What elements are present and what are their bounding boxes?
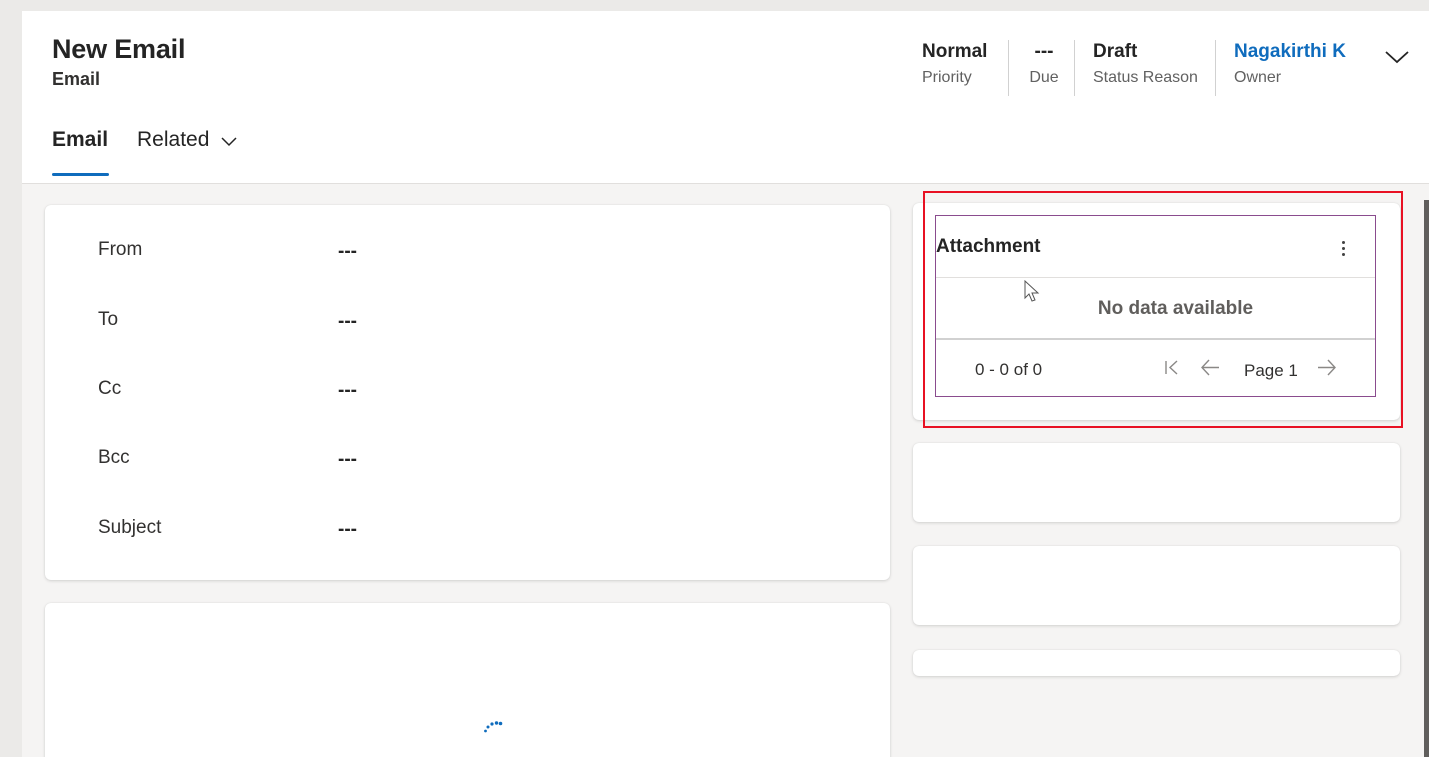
entity-name: Email — [52, 69, 101, 89]
subject-field[interactable]: --- — [338, 519, 357, 541]
mouse-cursor-icon — [1024, 280, 1040, 302]
to-label: To — [98, 309, 119, 330]
priority-label: Priority — [922, 69, 972, 86]
header-field-priority[interactable]: Normal Priority — [922, 41, 987, 96]
form-row-cc: Cc --- — [98, 378, 858, 408]
owner-label: Owner — [1234, 69, 1282, 86]
side-card — [913, 650, 1400, 676]
app-frame: New Email Email Normal Priority --- Due … — [22, 11, 1429, 757]
form-row-bcc: Bcc --- — [98, 447, 858, 477]
owner-link[interactable]: Nagakirthi K — [1234, 41, 1346, 63]
due-label: Due — [1029, 69, 1059, 86]
header-divider — [1008, 40, 1009, 96]
form-row-from: From --- — [98, 239, 858, 269]
bcc-field[interactable]: --- — [338, 449, 357, 471]
record-header: New Email Email Normal Priority --- Due … — [22, 11, 1429, 184]
status-reason-value: Draft — [1093, 41, 1138, 62]
header-field-due[interactable]: --- Due — [1026, 41, 1062, 96]
cc-label: Cc — [98, 378, 122, 399]
tab-email[interactable]: Email — [52, 128, 108, 152]
email-body-card — [45, 603, 890, 757]
subject-label: Subject — [98, 517, 162, 538]
status-reason-label: Status Reason — [1093, 69, 1198, 86]
priority-value: Normal — [922, 41, 988, 62]
bcc-label: Bcc — [98, 447, 130, 468]
loading-spinner-icon — [484, 721, 503, 733]
due-value: --- — [1034, 41, 1054, 62]
side-card — [913, 546, 1400, 625]
header-field-owner[interactable]: Nagakirthi K Owner — [1234, 41, 1346, 96]
chevron-down-icon — [221, 137, 237, 147]
form-row-subject: Subject --- — [98, 517, 858, 547]
tab-related-label: Related — [137, 128, 210, 151]
email-details-card: From --- To --- Cc --- Bcc --- Subject -… — [45, 205, 890, 580]
side-card — [913, 443, 1400, 522]
cc-field[interactable]: --- — [338, 380, 357, 402]
highlight-annotation-box — [923, 191, 1403, 428]
active-tab-indicator — [52, 173, 109, 176]
to-field[interactable]: --- — [338, 311, 357, 333]
form-row-to: To --- — [98, 309, 858, 339]
tab-related[interactable]: Related — [137, 128, 238, 152]
header-divider — [1074, 40, 1075, 96]
scrollbar[interactable] — [1424, 200, 1429, 757]
from-field[interactable]: --- — [338, 241, 357, 263]
header-divider — [1215, 40, 1216, 96]
header-field-status-reason[interactable]: Draft Status Reason — [1093, 41, 1198, 96]
from-label: From — [98, 239, 143, 260]
header-expand-chevron-down-icon[interactable] — [1383, 47, 1411, 67]
page-title: New Email — [52, 34, 186, 64]
